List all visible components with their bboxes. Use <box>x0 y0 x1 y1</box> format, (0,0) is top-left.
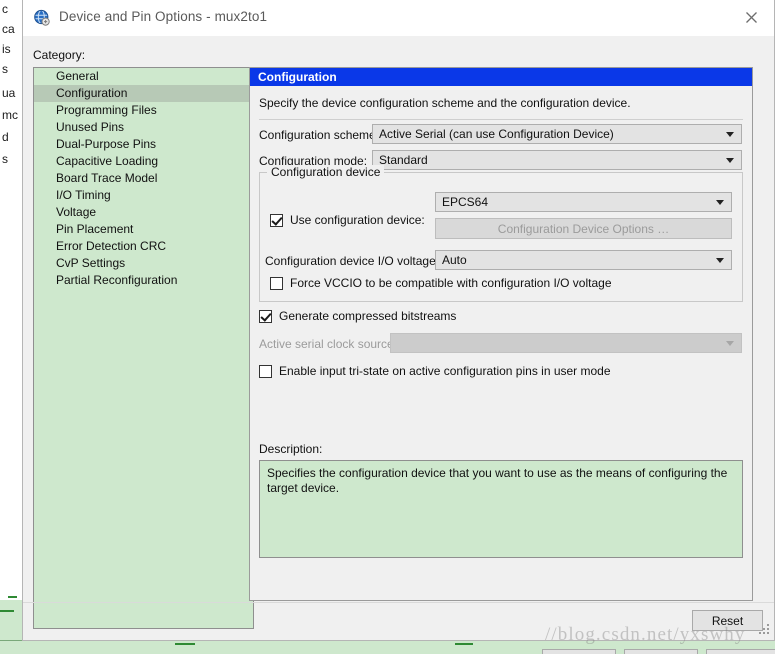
enable-input-tri-state-checkbox[interactable]: Enable input tri-state on active configu… <box>259 364 611 378</box>
device-and-pin-options-dialog: Device and Pin Options - mux2to1 Categor… <box>22 0 775 654</box>
generate-compressed-bitstreams-checkbox[interactable]: Generate compressed bitstreams <box>259 309 456 323</box>
category-list[interactable]: General Configuration Programming Files Unu… <box>33 67 254 629</box>
sidebar-item-label: Capacitive Loading <box>56 154 159 168</box>
close-icon[interactable] <box>728 0 774 35</box>
sidebar-item[interactable]: Partial Reconfiguration <box>34 272 253 289</box>
sidebar-item-label: Partial Reconfiguration <box>56 273 178 287</box>
description-text: Specifies the configuration device that … <box>259 460 743 558</box>
title-bar: Device and Pin Options - mux2to1 <box>23 0 774 37</box>
background-text-fragment: c <box>2 2 8 16</box>
sidebar-item-label: Error Detection CRC <box>56 239 167 253</box>
sidebar-item[interactable]: General <box>34 68 253 85</box>
sidebar-item[interactable]: Dual-Purpose Pins <box>34 136 253 153</box>
configuration-device-io-voltage-value: Auto <box>442 253 467 267</box>
force-vccio-checkbox[interactable]: Force VCCIO to be compatible with config… <box>270 276 612 290</box>
sidebar-item-label: Unused Pins <box>56 120 125 134</box>
sidebar-item[interactable]: Unused Pins <box>34 119 253 136</box>
configuration-device-group-title: Configuration device <box>267 165 385 179</box>
sidebar-item-label: Dual-Purpose Pins <box>56 137 157 151</box>
configuration-scheme-value: Active Serial (can use Configuration Dev… <box>379 127 614 141</box>
configuration-device-options-button[interactable]: Configuration Device Options … <box>435 218 732 239</box>
background-text-fragment: is <box>2 42 11 56</box>
screen: c ca is s ua mc d s Device and Pin Options - mu… <box>0 0 775 654</box>
sidebar-item-label: CvP Settings <box>56 256 126 270</box>
configuration-device-value: EPCS64 <box>442 195 489 209</box>
sidebar-item-label: Pin Placement <box>56 222 134 236</box>
background-tick <box>0 610 14 612</box>
sidebar-item[interactable]: CvP Settings <box>34 255 253 272</box>
dialog-body: Category: General Configuration Programmin… <box>23 36 775 654</box>
use-configuration-device-checkbox[interactable]: Use configuration device: <box>270 213 425 227</box>
active-serial-clock-source-select[interactable] <box>390 333 742 353</box>
checkbox-unchecked-icon <box>259 364 272 378</box>
configuration-mode-value: Standard <box>379 153 428 167</box>
ok-button[interactable]: OK <box>542 649 616 654</box>
sidebar-item-label: Configuration <box>56 86 128 100</box>
sidebar-item[interactable]: Programming Files <box>34 102 253 119</box>
background-text-fragment: s <box>2 152 8 166</box>
checkbox-unchecked-icon <box>270 276 283 290</box>
panel-divider <box>259 119 743 120</box>
sidebar-item-label: Voltage <box>56 205 97 219</box>
force-vccio-label: Force VCCIO to be compatible with config… <box>290 276 612 290</box>
sidebar-item[interactable]: Voltage <box>34 204 253 221</box>
background-tick <box>175 643 195 645</box>
background-text-fragment: ua <box>2 86 16 100</box>
configuration-device-options-label: Configuration Device Options … <box>497 221 670 236</box>
sidebar-item-label: Programming Files <box>56 103 157 117</box>
category-label: Category: <box>33 48 86 62</box>
sidebar-item-label: Board Trace Model <box>56 171 158 185</box>
configuration-scheme-select[interactable]: Active Serial (can use Configuration Dev… <box>372 124 742 144</box>
configuration-panel: Configuration Specify the device configu… <box>249 67 753 601</box>
use-configuration-device-label: Use configuration device: <box>290 213 425 227</box>
sidebar-item-label: General <box>56 69 99 83</box>
chevron-down-icon <box>716 258 724 263</box>
panel-intro-text: Specify the device configuration scheme … <box>259 96 631 110</box>
window-title: Device and Pin Options - mux2to1 <box>59 9 268 24</box>
chevron-down-icon <box>726 341 734 346</box>
sidebar-item-label: I/O Timing <box>56 188 111 202</box>
chevron-down-icon <box>726 132 734 137</box>
help-button[interactable]: Help <box>706 649 775 654</box>
configuration-device-io-voltage-select[interactable]: Auto <box>435 250 732 270</box>
sidebar-item[interactable]: Configuration <box>34 85 253 102</box>
configuration-scheme-label: Configuration scheme: <box>259 128 380 142</box>
description-label: Description: <box>259 442 323 456</box>
background-text-fragment: mc <box>2 108 18 122</box>
background-text-fragment: ca <box>2 22 15 36</box>
sidebar-item[interactable]: Error Detection CRC <box>34 238 253 255</box>
configuration-device-io-voltage-label: Configuration device I/O voltage: <box>265 254 440 268</box>
cancel-button[interactable]: Cancel <box>624 649 698 654</box>
generate-compressed-bitstreams-label: Generate compressed bitstreams <box>279 309 457 323</box>
background-text-fragment: d <box>2 130 9 144</box>
panel-header: Configuration <box>250 68 752 86</box>
background-text-fragment: s <box>2 62 8 76</box>
resize-grip[interactable] <box>758 624 770 636</box>
checkbox-checked-icon <box>270 213 283 227</box>
reset-button[interactable]: Reset <box>692 610 763 631</box>
sidebar-item[interactable]: Capacitive Loading <box>34 153 253 170</box>
sidebar-item[interactable]: I/O Timing <box>34 187 253 204</box>
configuration-device-select[interactable]: EPCS64 <box>435 192 732 212</box>
background-tick <box>8 596 17 598</box>
footer-divider <box>23 602 774 603</box>
reset-button-label: Reset <box>711 613 744 628</box>
background-tick <box>455 643 473 645</box>
sidebar-item[interactable]: Board Trace Model <box>34 170 253 187</box>
chevron-down-icon <box>716 200 724 205</box>
checkbox-checked-icon <box>259 309 272 323</box>
quartus-globe-icon <box>33 9 51 27</box>
sidebar-item[interactable]: Pin Placement <box>34 221 253 238</box>
configuration-mode-select[interactable]: Standard <box>372 150 742 170</box>
enable-input-tri-state-label: Enable input tri-state on active configu… <box>279 364 611 378</box>
chevron-down-icon <box>726 158 734 163</box>
active-serial-clock-source-label: Active serial clock source: <box>259 337 398 351</box>
